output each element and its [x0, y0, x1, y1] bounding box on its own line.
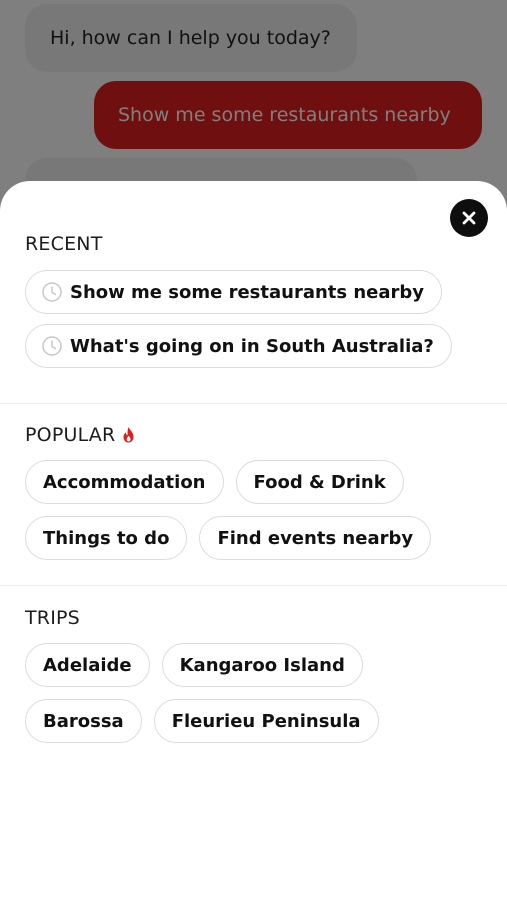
popular-title-text: POPULAR [25, 424, 116, 446]
close-button[interactable] [450, 199, 488, 237]
suggestions-sheet: RECENT Show me some restaurants nearby W… [0, 181, 507, 900]
recent-row-1: Show me some restaurants nearby [25, 270, 443, 314]
trip-chip-label: Kangaroo Island [179, 654, 345, 676]
popular-chip-accommodation[interactable]: Accommodation [25, 460, 224, 504]
popular-section-title: POPULAR [25, 424, 136, 446]
recent-section-title: RECENT [25, 233, 103, 255]
section-divider [0, 403, 507, 404]
trip-chip-label: Fleurieu Peninsula [171, 710, 361, 732]
popular-chip-label: Things to do [43, 527, 170, 549]
section-divider [0, 585, 507, 586]
recent-chip-1[interactable]: Show me some restaurants nearby [25, 270, 443, 314]
popular-chip-label: Food & Drink [253, 471, 386, 493]
popular-chip-label: Find events nearby [217, 527, 414, 549]
trips-row-1: Adelaide Kangaroo Island [25, 643, 363, 687]
popular-row-2: Things to do Find events nearby [25, 516, 432, 560]
trips-title-text: TRIPS [25, 607, 80, 629]
flame-icon [121, 426, 136, 444]
trip-chip-kangaroo-island[interactable]: Kangaroo Island [161, 643, 363, 687]
popular-chip-food-drink[interactable]: Food & Drink [235, 460, 404, 504]
trip-chip-fleurieu-peninsula[interactable]: Fleurieu Peninsula [153, 699, 379, 743]
popular-chip-find-events[interactable]: Find events nearby [199, 516, 432, 560]
popular-chip-things-to-do[interactable]: Things to do [25, 516, 188, 560]
recent-chip-2[interactable]: What's going on in South Australia? [25, 324, 452, 368]
trip-chip-barossa[interactable]: Barossa [25, 699, 142, 743]
trip-chip-adelaide[interactable]: Adelaide [25, 643, 150, 687]
recent-title-text: RECENT [25, 233, 103, 255]
recent-row-2: What's going on in South Australia? [25, 324, 452, 368]
popular-row-1: Accommodation Food & Drink [25, 460, 404, 504]
trip-chip-label: Barossa [43, 710, 124, 732]
close-icon [461, 210, 477, 226]
recent-chip-1-label: Show me some restaurants nearby [70, 281, 425, 303]
popular-chip-label: Accommodation [43, 471, 206, 493]
trips-section-title: TRIPS [25, 607, 80, 629]
clock-icon [41, 335, 63, 357]
clock-icon [41, 281, 63, 303]
trips-row-2: Barossa Fleurieu Peninsula [25, 699, 379, 743]
recent-chip-2-label: What's going on in South Australia? [70, 335, 434, 357]
trip-chip-label: Adelaide [43, 654, 132, 676]
